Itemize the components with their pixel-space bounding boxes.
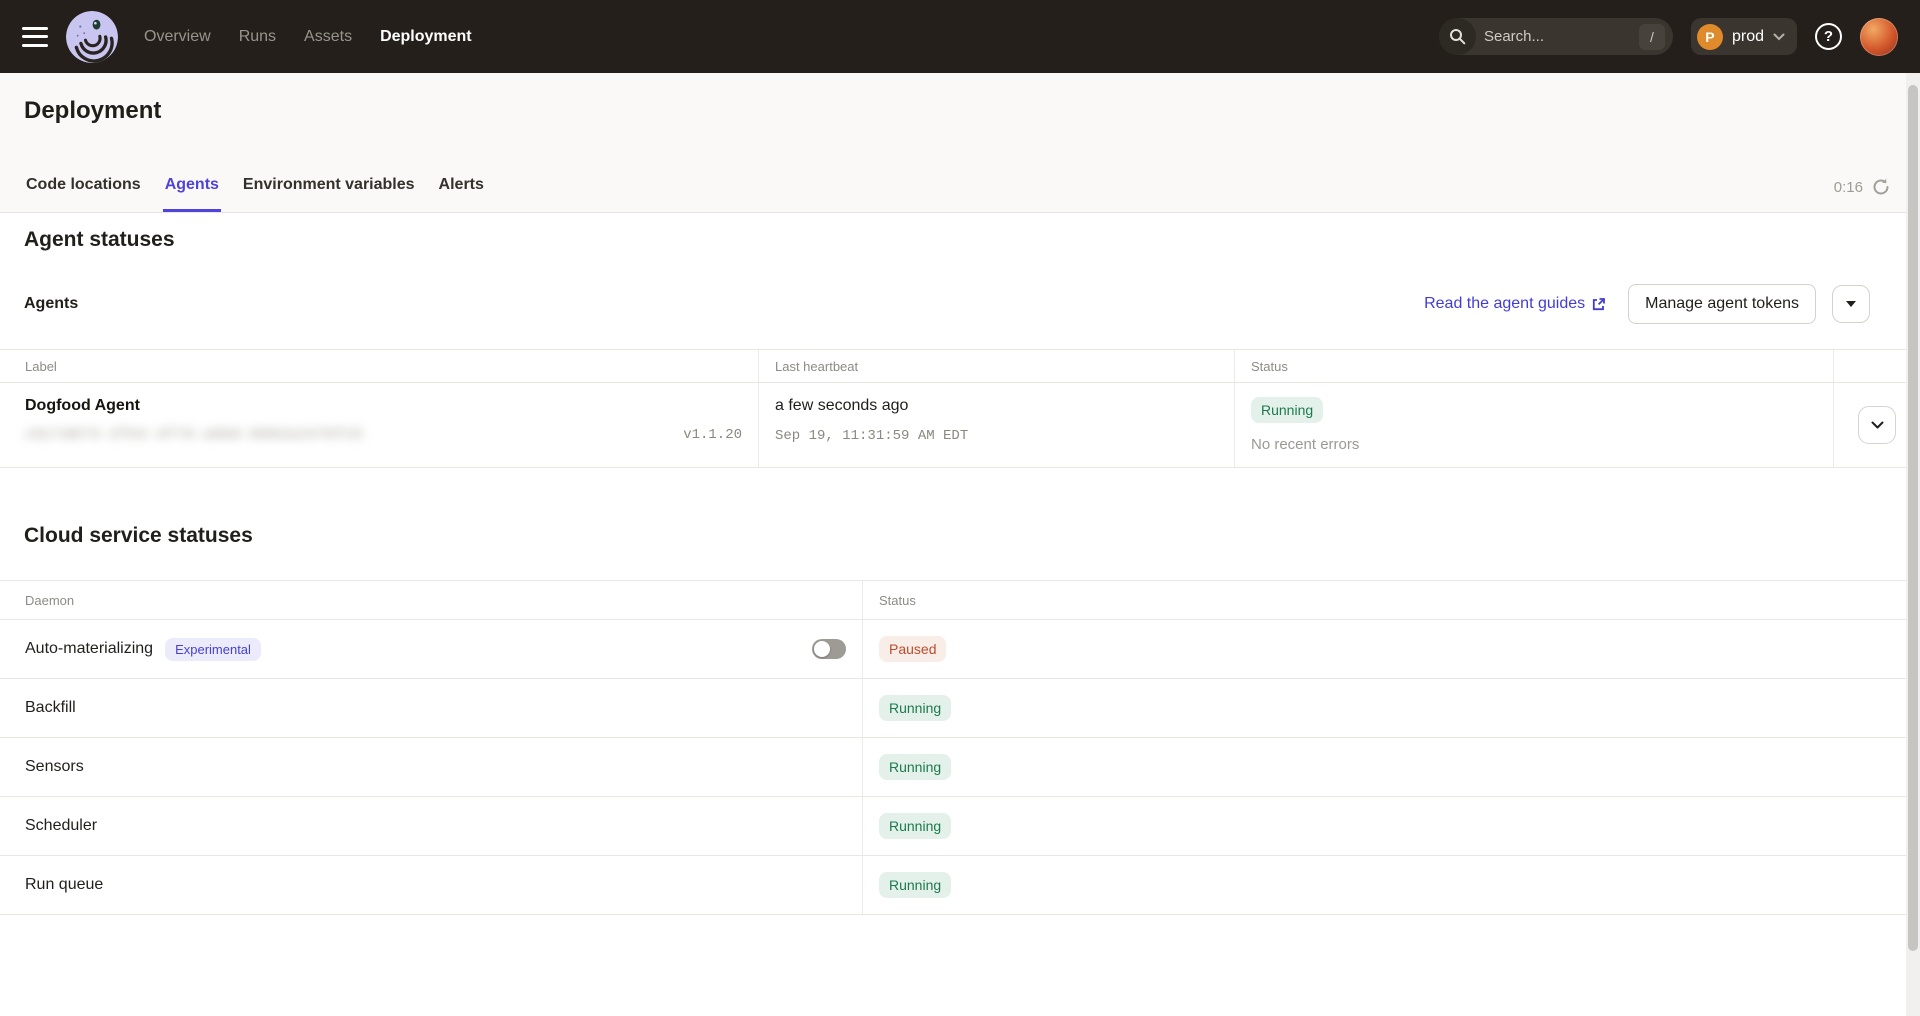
agent-status-cell: Running No recent errors	[1234, 383, 1833, 467]
daemon-row-scheduler: Scheduler Running	[0, 797, 1920, 856]
heartbeat-timestamp: Sep 19, 11:31:59 AM EDT	[775, 428, 1234, 444]
search-input[interactable]	[1476, 28, 1639, 45]
agent-heartbeat-cell: a few seconds ago Sep 19, 11:31:59 AM ED…	[758, 383, 1234, 467]
column-header-status: Status	[1234, 350, 1833, 382]
auto-materializing-toggle[interactable]	[812, 639, 846, 659]
cloud-services-table: Daemon Status Auto-materializing Experim…	[0, 580, 1920, 915]
agent-row: Dogfood Agent c817d873-2f64-4f79-a9b8-09…	[0, 383, 1920, 468]
nav-item-assets[interactable]: Assets	[304, 28, 352, 46]
scrollbar-thumb[interactable]	[1908, 85, 1918, 951]
caret-down-icon	[1846, 301, 1856, 307]
cloud-table-header: Daemon Status	[0, 580, 1920, 620]
daemon-name: Auto-materializing	[25, 640, 153, 658]
daemon-row-sensors: Sensors Running	[0, 738, 1920, 797]
vertical-scrollbar	[1906, 73, 1920, 1016]
nav-right-group: / P prod ?	[1439, 18, 1898, 56]
tab-environment-variables[interactable]: Environment variables	[241, 176, 417, 212]
nav-item-overview[interactable]: Overview	[144, 28, 211, 46]
column-header-label: Label	[0, 350, 758, 382]
experimental-badge: Experimental	[165, 638, 261, 661]
chevron-down-icon	[1871, 421, 1884, 429]
agents-subheading: Agents	[24, 295, 78, 313]
search-shortcut-key: /	[1639, 24, 1665, 50]
daemon-status-cell: Running	[862, 856, 1920, 914]
org-avatar: P	[1697, 24, 1723, 50]
daemon-name: Run queue	[25, 876, 103, 894]
refresh-icon[interactable]	[1872, 178, 1890, 196]
org-name: prod	[1732, 28, 1764, 46]
agent-expand-button[interactable]	[1858, 406, 1896, 444]
refresh-zone: 0:16	[1834, 178, 1890, 196]
tab-alerts[interactable]: Alerts	[437, 176, 486, 212]
daemon-cell: Auto-materializing Experimental	[0, 620, 862, 678]
agent-version: v1.1.20	[683, 427, 742, 443]
page-header: Deployment Code locations Agents Environ…	[0, 73, 1920, 213]
agent-tokens-menu-button[interactable]	[1832, 285, 1870, 323]
nav-item-runs[interactable]: Runs	[239, 28, 276, 46]
column-header-last-heartbeat: Last heartbeat	[758, 350, 1234, 382]
dagster-logo[interactable]	[66, 11, 118, 63]
daemon-row-auto-materializing: Auto-materializing Experimental Paused	[0, 620, 1920, 679]
daemon-status-cell: Running	[862, 797, 1920, 855]
agent-statuses-heading: Agent statuses	[24, 228, 175, 252]
agent-status-note: No recent errors	[1251, 436, 1833, 453]
agent-status-badge: Running	[1251, 397, 1323, 423]
daemon-cell: Run queue	[0, 856, 862, 914]
chevron-down-icon	[1773, 33, 1785, 41]
status-badge-running: Running	[879, 813, 951, 839]
agents-actions: Read the agent guides Manage agent token…	[1424, 284, 1870, 324]
daemon-cell: Scheduler	[0, 797, 862, 855]
hamburger-menu-icon[interactable]	[22, 27, 48, 47]
agent-label-cell: Dogfood Agent c817d873-2f64-4f79-a9b8-09…	[0, 383, 758, 467]
daemon-row-run-queue: Run queue Running	[0, 856, 1920, 915]
refresh-countdown: 0:16	[1834, 179, 1863, 196]
main-content: Agent statuses Agents Read the agent gui…	[0, 214, 1920, 1016]
agent-uuid-redacted: c817d873-2f64-4f79-a9b8-0902a237bf15	[25, 427, 363, 443]
top-nav: Overview Runs Assets Deployment / P prod…	[0, 0, 1920, 73]
agent-guides-link-label: Read the agent guides	[1424, 295, 1585, 313]
agents-table: Label Last heartbeat Status Dogfood Agen…	[0, 349, 1920, 468]
daemon-cell: Backfill	[0, 679, 862, 737]
daemon-row-backfill: Backfill Running	[0, 679, 1920, 738]
help-icon[interactable]: ?	[1815, 23, 1842, 50]
agent-name: Dogfood Agent	[25, 397, 758, 415]
agent-guides-link[interactable]: Read the agent guides	[1424, 295, 1606, 313]
primary-nav: Overview Runs Assets Deployment	[144, 28, 472, 46]
nav-item-deployment[interactable]: Deployment	[380, 28, 472, 46]
status-badge-running: Running	[879, 695, 951, 721]
agents-table-header: Label Last heartbeat Status	[0, 349, 1920, 383]
org-switcher[interactable]: P prod	[1691, 18, 1797, 55]
status-badge-paused: Paused	[879, 636, 946, 662]
tab-code-locations[interactable]: Code locations	[24, 176, 143, 212]
daemon-name: Backfill	[25, 699, 76, 717]
tab-agents[interactable]: Agents	[163, 176, 221, 212]
user-avatar[interactable]	[1860, 18, 1898, 56]
search-icon	[1439, 18, 1476, 55]
manage-agent-tokens-button[interactable]: Manage agent tokens	[1628, 284, 1816, 324]
daemon-status-cell: Running	[862, 679, 1920, 737]
status-badge-running: Running	[879, 754, 951, 780]
heartbeat-relative: a few seconds ago	[775, 397, 1234, 415]
cloud-service-statuses-heading: Cloud service statuses	[24, 524, 253, 548]
external-link-icon	[1591, 297, 1606, 312]
deployment-tabs: Code locations Agents Environment variab…	[24, 176, 486, 212]
daemon-status-cell: Paused	[862, 620, 1920, 678]
agents-toolbar: Agents Read the agent guides Manage agen…	[24, 284, 1870, 324]
daemon-status-cell: Running	[862, 738, 1920, 796]
status-badge-running: Running	[879, 872, 951, 898]
daemon-cell: Sensors	[0, 738, 862, 796]
column-header-status: Status	[862, 581, 1920, 619]
page-title: Deployment	[24, 97, 161, 125]
search-box[interactable]: /	[1439, 18, 1673, 55]
daemon-name: Scheduler	[25, 817, 97, 835]
daemon-name: Sensors	[25, 758, 84, 776]
column-header-daemon: Daemon	[0, 581, 862, 619]
